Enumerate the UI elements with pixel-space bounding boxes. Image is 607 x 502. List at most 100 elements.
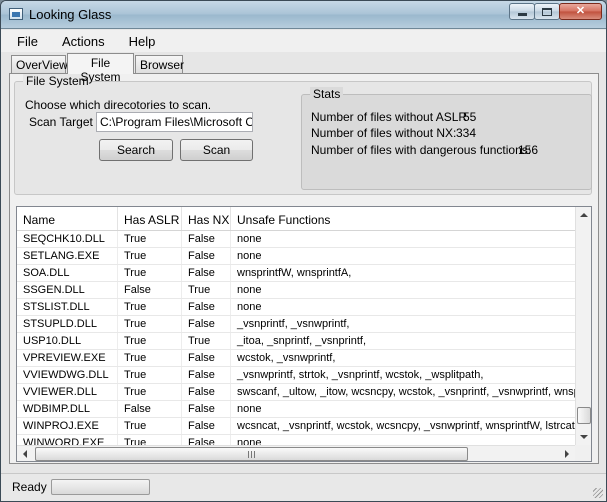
cell-has-nx: False <box>182 248 231 264</box>
cell-name: STSUPLD.DLL <box>17 316 118 332</box>
table-row[interactable]: STSLIST.DLL True False none <box>17 299 575 316</box>
menu-file[interactable]: File <box>15 33 40 50</box>
cell-has-aslr: False <box>118 401 182 417</box>
window-title: Looking Glass <box>29 7 112 22</box>
scan-target-label: Scan Target <box>29 115 93 129</box>
cell-has-aslr: True <box>118 316 182 332</box>
status-text: Ready <box>12 480 47 494</box>
cell-unsafe-functions: wnsprintfW, wnsprintfA, <box>237 267 352 279</box>
table-row[interactable]: SSGEN.DLL False True none <box>17 282 575 299</box>
scroll-right-icon[interactable] <box>565 450 569 458</box>
grip-icon <box>247 451 256 458</box>
cell-name: VPREVIEW.EXE <box>17 350 118 366</box>
cell-has-nx: False <box>182 418 231 434</box>
vertical-scrollbar[interactable] <box>575 207 591 445</box>
cell-has-nx: True <box>182 282 231 298</box>
cell-has-aslr: True <box>118 333 182 349</box>
cell-has-nx: False <box>182 299 231 315</box>
table-row[interactable]: WDBIMP.DLL False False none <box>17 401 575 418</box>
cell-has-aslr: True <box>118 384 182 400</box>
scroll-left-icon[interactable] <box>23 450 27 458</box>
cell-unsafe-functions: none <box>237 250 262 262</box>
cell-name: USP10.DLL <box>17 333 118 349</box>
cell-has-nx: False <box>182 367 231 383</box>
cell-name: SEQCHK10.DLL <box>17 231 118 247</box>
column-header-has-nx[interactable]: Has NX <box>182 207 231 230</box>
close-button[interactable]: ✕ <box>559 3 602 20</box>
cell-name: WDBIMP.DLL <box>17 401 118 417</box>
cell-has-nx: False <box>182 350 231 366</box>
cell-unsafe-functions: none <box>237 301 262 313</box>
scroll-up-icon[interactable] <box>580 213 588 217</box>
cell-name: SSGEN.DLL <box>17 282 118 298</box>
maximize-button[interactable] <box>534 3 560 20</box>
search-button[interactable]: Search <box>99 139 173 161</box>
table-row[interactable]: STSUPLD.DLL True False _vsnprintf, _vsnwpri… <box>17 316 575 333</box>
tab-browser[interactable]: Browser <box>135 55 184 74</box>
cell-unsafe-functions: none <box>237 284 262 296</box>
tab-file-system[interactable]: File System <box>67 53 134 84</box>
scan-instruction: Choose which direcotories to scan. <box>25 98 212 112</box>
table-row[interactable]: USP10.DLL True True _itoa, _snprintf, _vsnp… <box>17 333 575 350</box>
column-header-unsafe-functions[interactable]: Unsafe Functions <box>231 207 575 230</box>
cell-name: VVIEWER.DLL <box>17 384 118 400</box>
scan-target-input[interactable]: C:\Program Files\Microsoft Office\ <box>96 112 253 132</box>
cell-unsafe-functions: _itoa, _snprintf, _vsnprintf, <box>237 335 367 347</box>
menu-actions[interactable]: Actions <box>60 33 107 50</box>
cell-has-nx: False <box>182 401 231 417</box>
cell-name: SETLANG.EXE <box>17 248 118 264</box>
cell-has-aslr: False <box>118 282 182 298</box>
cell-has-aslr: True <box>118 367 182 383</box>
cell-has-nx: False <box>182 435 231 445</box>
progress-bar <box>51 479 150 495</box>
title-bar[interactable]: Looking Glass ✕ <box>1 1 606 29</box>
cell-has-aslr: True <box>118 231 182 247</box>
stats-group-title: Stats <box>310 87 344 101</box>
scrollbar-corner <box>575 445 591 461</box>
table-row[interactable]: VPREVIEW.EXE True False wcstok, _vsnwprintf… <box>17 350 575 367</box>
cell-has-aslr: True <box>118 299 182 315</box>
column-header-name[interactable]: Name <box>17 207 118 230</box>
stat-dangerous-value: 156 <box>518 143 539 157</box>
cell-has-nx: True <box>182 333 231 349</box>
menu-help[interactable]: Help <box>127 33 158 50</box>
scan-button[interactable]: Scan <box>180 139 253 161</box>
vertical-scroll-thumb[interactable] <box>577 407 591 424</box>
table-row[interactable]: SETLANG.EXE True False none <box>17 248 575 265</box>
column-header-has-aslr[interactable]: Has ASLR <box>118 207 182 230</box>
stat-aslr-value: 55 <box>463 110 477 124</box>
stat-dangerous-label: Number of files with dangerous functions… <box>311 143 532 157</box>
cell-has-nx: False <box>182 384 231 400</box>
maximize-icon <box>542 7 552 16</box>
horizontal-scrollbar[interactable] <box>17 445 575 461</box>
tab-overview[interactable]: OverView <box>11 55 68 74</box>
cell-unsafe-functions: swscanf, _ultow, _itow, wcsncpy, wcstok,… <box>237 386 575 398</box>
cell-has-aslr: True <box>118 248 182 264</box>
size-grip-icon[interactable] <box>593 488 603 498</box>
cell-has-aslr: True <box>118 350 182 366</box>
cell-unsafe-functions: _vsnwprintf, strtok, _vsnprintf, wcstok,… <box>237 369 484 381</box>
cell-unsafe-functions: _vsnprintf, _vsnwprintf, <box>237 318 350 330</box>
table-row[interactable]: SOA.DLL True False wnsprintfW, wnsprintfA, <box>17 265 575 282</box>
results-grid[interactable]: Name Has ASLR Has NX Unsafe Functions SE… <box>16 206 592 462</box>
cell-name: SOA.DLL <box>17 265 118 281</box>
stats-group: Stats <box>301 87 592 190</box>
scroll-down-icon[interactable] <box>580 435 588 439</box>
table-row[interactable]: WINWORD.EXE True False none <box>17 435 575 445</box>
app-window-icon <box>9 8 23 20</box>
horizontal-scroll-thumb[interactable] <box>35 447 468 461</box>
cell-unsafe-functions: none <box>237 233 262 245</box>
cell-unsafe-functions: wcstok, _vsnwprintf, <box>237 352 336 364</box>
stat-aslr-label: Number of files without ASLR <box>311 110 468 124</box>
cell-unsafe-functions: none <box>237 403 262 415</box>
cell-unsafe-functions: wcsncat, _vsnprintf, wcstok, wcsncpy, _v… <box>237 420 575 432</box>
cell-name: VVIEWDWG.DLL <box>17 367 118 383</box>
cell-has-nx: False <box>182 265 231 281</box>
table-row[interactable]: WINPROJ.EXE True False wcsncat, _vsnprintf,… <box>17 418 575 435</box>
table-row[interactable]: VVIEWDWG.DLL True False _vsnwprintf, strtok… <box>17 367 575 384</box>
table-row[interactable]: SEQCHK10.DLL True False none <box>17 231 575 248</box>
table-row[interactable]: VVIEWER.DLL True False swscanf, _ultow, _it… <box>17 384 575 401</box>
minimize-button[interactable] <box>509 3 535 20</box>
cell-has-aslr: True <box>118 265 182 281</box>
cell-unsafe-functions: none <box>237 437 262 445</box>
